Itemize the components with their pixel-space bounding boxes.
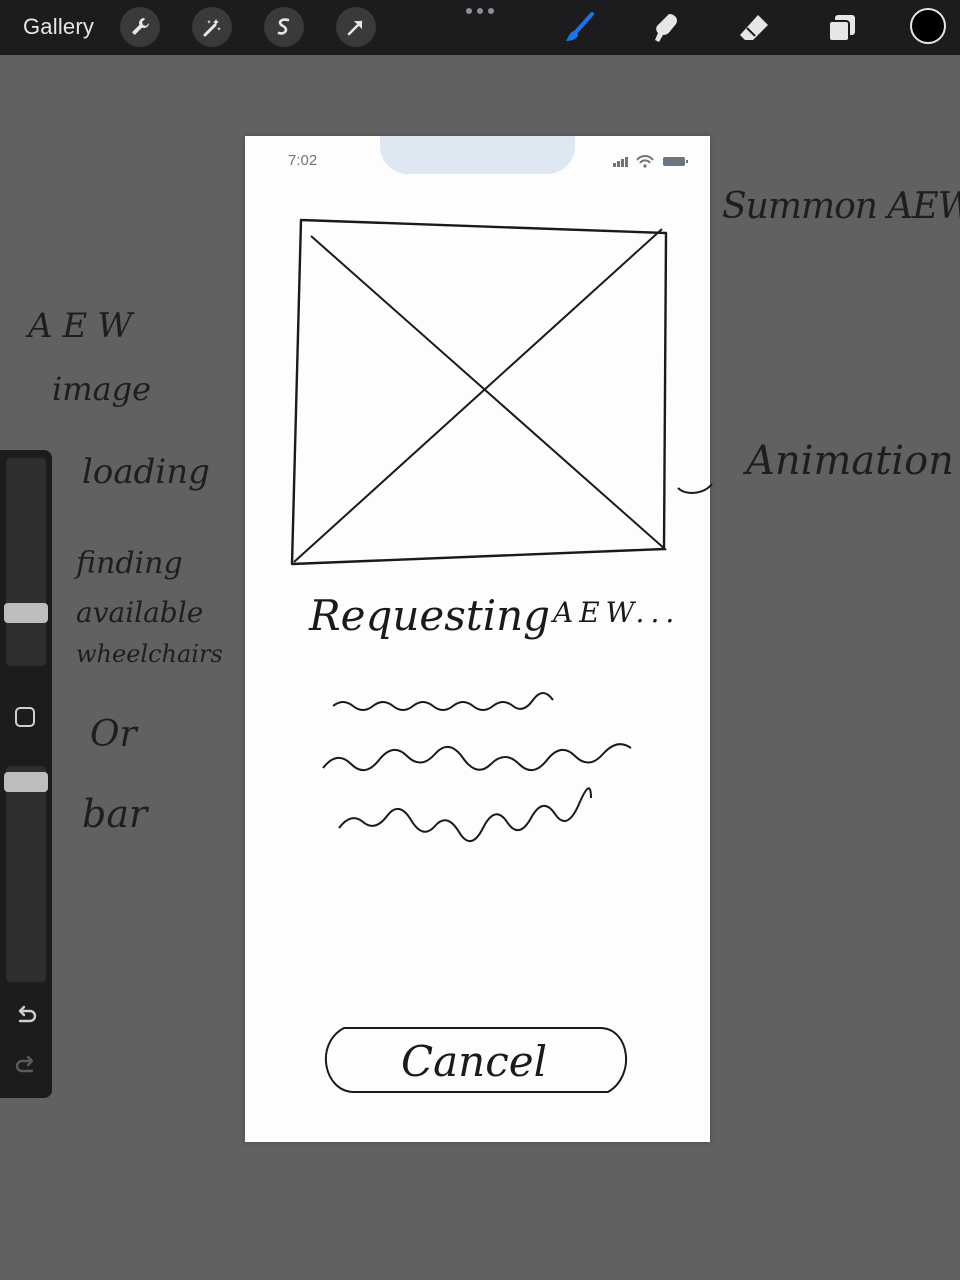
modify-button[interactable] [15, 707, 35, 727]
brush-icon[interactable] [560, 8, 600, 48]
gallery-button[interactable]: Gallery [23, 14, 94, 40]
drawing-canvas[interactable]: 7:02 Requesting AEW... Cancel [245, 136, 710, 1142]
annotation-left-1: AEW [28, 306, 143, 346]
layers-icon[interactable] [822, 8, 862, 48]
annotation-left-8: bar [82, 792, 148, 836]
brush-size-slider[interactable] [4, 458, 48, 666]
annotation-left-7: Or [90, 714, 137, 755]
transform-arrow-icon[interactable] [336, 7, 376, 47]
opacity-slider[interactable] [4, 766, 48, 982]
requesting-heading-suffix: AEW... [553, 596, 681, 629]
annotation-left-6: wheelchairs [76, 640, 223, 668]
annotation-left-3: loading [82, 452, 210, 492]
annotation-summon: Summon AEW [722, 186, 960, 227]
annotation-arrow [677, 483, 713, 494]
smudge-icon[interactable] [646, 8, 686, 48]
selection-icon[interactable] [264, 7, 304, 47]
wrench-icon[interactable] [120, 7, 160, 47]
requesting-heading: Requesting [309, 591, 551, 640]
brush-size-thumb[interactable] [4, 603, 48, 623]
cancel-button-label: Cancel [400, 1036, 548, 1086]
undo-icon[interactable] [12, 1002, 40, 1030]
top-toolbar: Gallery [0, 0, 960, 55]
cancel-button[interactable]: Cancel [318, 1026, 630, 1096]
redo-icon[interactable] [12, 1052, 40, 1080]
opacity-thumb[interactable] [4, 772, 48, 792]
more-options-icon[interactable] [466, 8, 494, 16]
annotation-animation: Animation [746, 438, 954, 484]
annotation-left-4: finding [76, 546, 183, 581]
annotation-left-2: image [52, 370, 152, 408]
color-picker-button[interactable] [910, 8, 946, 44]
eraser-icon[interactable] [734, 8, 774, 48]
left-sidebar [0, 450, 52, 1098]
magic-wand-icon[interactable] [192, 7, 232, 47]
annotation-left-5: available [76, 596, 204, 629]
